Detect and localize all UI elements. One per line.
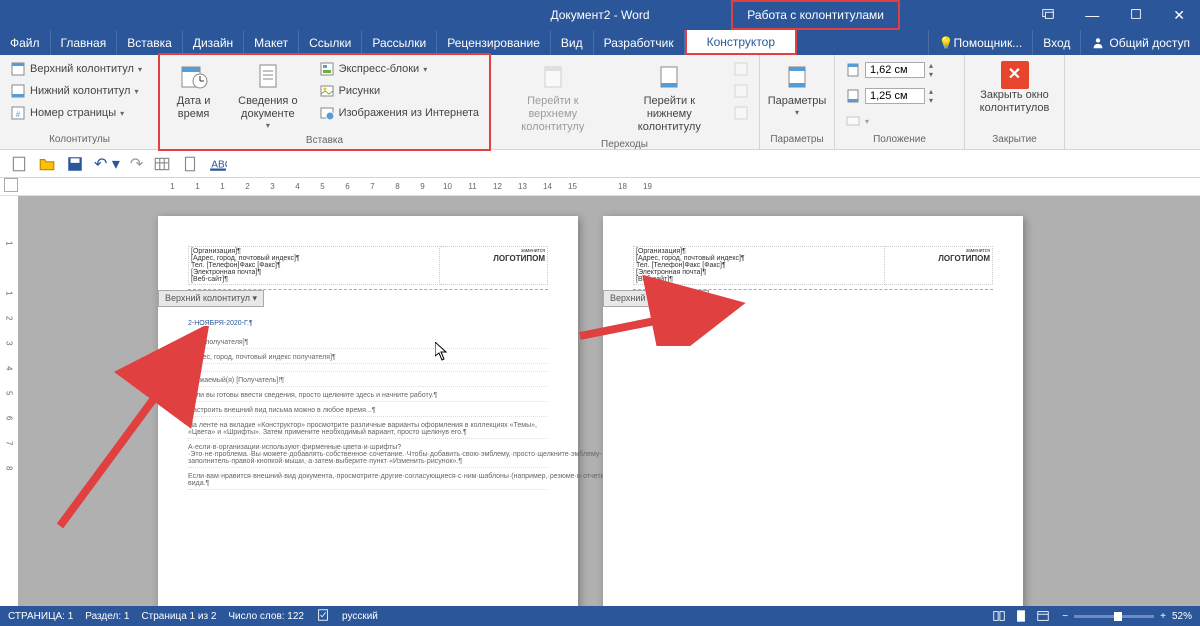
- goto-footer-button[interactable]: Перейти к нижнему колонтитулу: [614, 59, 725, 137]
- document-title: Документ2 - Word: [550, 8, 649, 22]
- footer-dropdown[interactable]: Нижний колонтитул: [6, 81, 146, 101]
- qa-page-setup-icon[interactable]: [181, 155, 199, 173]
- header-position-input[interactable]: [865, 62, 925, 78]
- tab-review[interactable]: Рецензирование: [437, 30, 551, 55]
- vertical-ruler[interactable]: 112345678: [0, 196, 18, 606]
- header-label-tab: Верхний колонтитул ▾: [603, 290, 709, 307]
- group-label-insert: Вставка: [166, 133, 483, 146]
- tab-view[interactable]: Вид: [551, 30, 594, 55]
- tab-insert[interactable]: Вставка: [117, 30, 183, 55]
- group-label-navigation: Переходы: [496, 137, 753, 150]
- group-label-position: Положение: [841, 132, 958, 145]
- context-tab-header-footer: Работа с колонтитулами: [731, 0, 900, 30]
- close-icon: ✕: [1001, 61, 1029, 89]
- horizontal-ruler[interactable]: 111234567891011121314151819: [160, 178, 660, 195]
- date-time-button[interactable]: Дата и время: [166, 59, 221, 123]
- status-spell-icon[interactable]: [316, 608, 330, 625]
- login-button[interactable]: Вход: [1032, 30, 1080, 55]
- status-language[interactable]: русский: [342, 611, 378, 622]
- group-label-options: Параметры: [766, 132, 828, 145]
- footer-position-input[interactable]: [865, 88, 925, 104]
- logo-text: ЛОГОТИПОМ: [887, 254, 990, 263]
- status-page[interactable]: СТРАНИЦА: 1: [8, 611, 73, 622]
- page-2[interactable]: [Организация]¶[Адрес, город, почтовый ин…: [603, 216, 1023, 606]
- svg-text:#: #: [16, 110, 21, 119]
- tab-file[interactable]: Файл: [0, 30, 51, 55]
- header-dropdown[interactable]: Верхний колонтитул: [6, 59, 146, 79]
- tab-layout[interactable]: Макет: [244, 30, 299, 55]
- quick-parts-button[interactable]: Экспресс-блоки: [315, 59, 483, 79]
- tell-me-input[interactable]: 💡 Помощник...: [928, 30, 1033, 55]
- status-page-of[interactable]: Страница 1 из 2: [141, 611, 216, 622]
- header-label-tab: Верхний колонтитул ▾: [158, 290, 264, 307]
- margin-selector[interactable]: [4, 178, 18, 192]
- qa-new-file-icon[interactable]: [10, 155, 28, 173]
- close-button[interactable]: ✕: [1158, 7, 1200, 24]
- zoom-in-button[interactable]: +: [1160, 611, 1166, 622]
- goto-header-button[interactable]: Перейти к верхнему колонтитулу: [496, 59, 610, 137]
- zoom-level[interactable]: 52%: [1172, 611, 1192, 622]
- ribbon-options-icon[interactable]: [1026, 7, 1070, 24]
- qa-redo-button[interactable]: ↷: [130, 154, 143, 174]
- pictures-button[interactable]: Рисунки: [315, 81, 483, 101]
- status-section[interactable]: Раздел: 1: [85, 611, 129, 622]
- logo-text: ЛОГОТИПОМ: [442, 254, 545, 263]
- page-number-dropdown[interactable]: # Номер страницы: [6, 103, 146, 123]
- status-word-count[interactable]: Число слов: 122: [228, 611, 304, 622]
- tab-home[interactable]: Главная: [51, 30, 118, 55]
- maximize-button[interactable]: [1114, 7, 1158, 24]
- qa-undo-button[interactable]: ↶ ▾: [94, 154, 120, 174]
- qa-spellcheck-icon[interactable]: ABC: [209, 155, 227, 173]
- qa-open-icon[interactable]: [38, 155, 56, 173]
- qa-table-icon[interactable]: [153, 155, 171, 173]
- tab-developer[interactable]: Разработчик: [594, 30, 685, 55]
- qa-save-icon[interactable]: [66, 155, 84, 173]
- close-header-footer-button[interactable]: ✕ Закрыть окно колонтитулов: [971, 59, 1058, 117]
- share-button[interactable]: Общий доступ: [1080, 30, 1200, 55]
- page-1[interactable]: [Организация]¶[Адрес, город, почтовый ин…: [158, 216, 578, 606]
- tab-design[interactable]: Дизайн: [183, 30, 244, 55]
- minimize-button[interactable]: ―: [1070, 7, 1114, 23]
- view-print-layout-icon[interactable]: [1014, 609, 1028, 623]
- online-pictures-button[interactable]: Изображения из Интернета: [315, 103, 483, 123]
- group-label-close: Закрытие: [971, 132, 1058, 145]
- view-read-mode-icon[interactable]: [992, 609, 1006, 623]
- view-web-layout-icon[interactable]: [1036, 609, 1050, 623]
- zoom-out-button[interactable]: −: [1062, 611, 1068, 622]
- tab-references[interactable]: Ссылки: [299, 30, 362, 55]
- tab-mailings[interactable]: Рассылки: [362, 30, 437, 55]
- zoom-slider[interactable]: [1074, 615, 1154, 618]
- tab-designer[interactable]: Конструктор: [685, 30, 797, 55]
- group-label-headers-footers: Колонтитулы: [6, 132, 153, 145]
- document-info-button[interactable]: Сведения о документе: [225, 59, 310, 133]
- parameters-button[interactable]: Параметры: [762, 59, 833, 120]
